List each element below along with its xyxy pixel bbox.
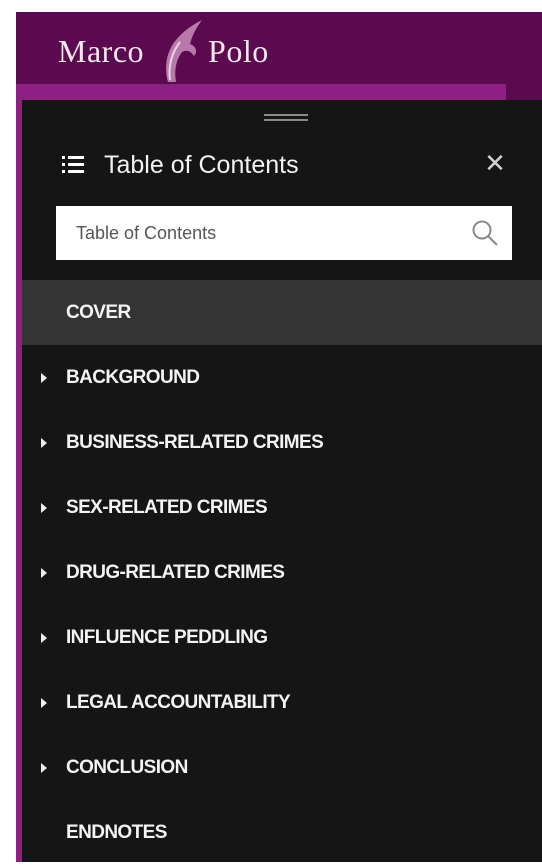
accent-bar-end <box>506 84 542 100</box>
toc-title: Table of Contents <box>104 150 299 179</box>
toc-item-label: ENDNOTES <box>66 821 167 843</box>
toc-item-label: LEGAL ACCOUNTABILITY <box>66 691 291 713</box>
toc-item-label: DRUG-RELATED CRIMES <box>66 561 285 583</box>
toc-item-legal-accountability[interactable]: LEGAL ACCOUNTABILITY <box>22 670 542 735</box>
expand-arrow-icon[interactable] <box>22 502 66 513</box>
expand-arrow-icon[interactable] <box>22 437 66 448</box>
expand-arrow-icon[interactable] <box>22 372 66 383</box>
toc-search-input[interactable] <box>74 212 468 254</box>
expand-arrow-icon[interactable] <box>22 762 66 773</box>
accent-bar <box>16 84 506 100</box>
toc-item-endnotes[interactable]: ENDNOTES <box>22 800 542 865</box>
toc-list: COVER BACKGROUND BUSINESS-RELATED CRIMES… <box>22 280 542 865</box>
toc-item-background[interactable]: BACKGROUND <box>22 345 542 410</box>
drag-handle-line <box>264 119 308 121</box>
search-icon[interactable] <box>470 218 500 248</box>
toc-item-cover[interactable]: COVER <box>22 280 542 345</box>
expand-arrow-icon[interactable] <box>22 567 66 578</box>
site-header: Marco Polo <box>16 12 542 84</box>
list-icon <box>62 154 84 176</box>
marco-polo-logo[interactable]: Marco Polo <box>58 20 269 82</box>
toc-item-label: INFLUENCE PEDDLING <box>66 626 268 648</box>
page-edge <box>0 0 16 862</box>
toc-item-label: SEX-RELATED CRIMES <box>66 496 268 518</box>
toc-item-sex-related-crimes[interactable]: SEX-RELATED CRIMES <box>22 475 542 540</box>
logo-word-polo: Polo <box>208 32 269 69</box>
dolphin-icon <box>166 20 203 82</box>
toc-item-business-related-crimes[interactable]: BUSINESS-RELATED CRIMES <box>22 410 542 475</box>
toc-item-drug-related-crimes[interactable]: DRUG-RELATED CRIMES <box>22 540 542 605</box>
logo-word-marco: Marco <box>58 32 145 69</box>
expand-arrow-icon[interactable] <box>22 697 66 708</box>
toc-header: Table of Contents <box>62 142 522 188</box>
toc-item-conclusion[interactable]: CONCLUSION <box>22 735 542 800</box>
drag-handle[interactable] <box>264 114 308 126</box>
close-icon[interactable]: ✕ <box>480 148 510 178</box>
toc-item-influence-peddling[interactable]: INFLUENCE PEDDLING <box>22 605 542 670</box>
drag-handle-line <box>264 114 308 116</box>
expand-arrow-icon[interactable] <box>22 632 66 643</box>
toc-item-label: COVER <box>66 301 131 323</box>
toc-search-box <box>56 206 512 260</box>
toc-item-label: BUSINESS-RELATED CRIMES <box>66 431 324 453</box>
toc-item-label: CONCLUSION <box>66 756 188 778</box>
toc-item-label: BACKGROUND <box>66 366 200 388</box>
